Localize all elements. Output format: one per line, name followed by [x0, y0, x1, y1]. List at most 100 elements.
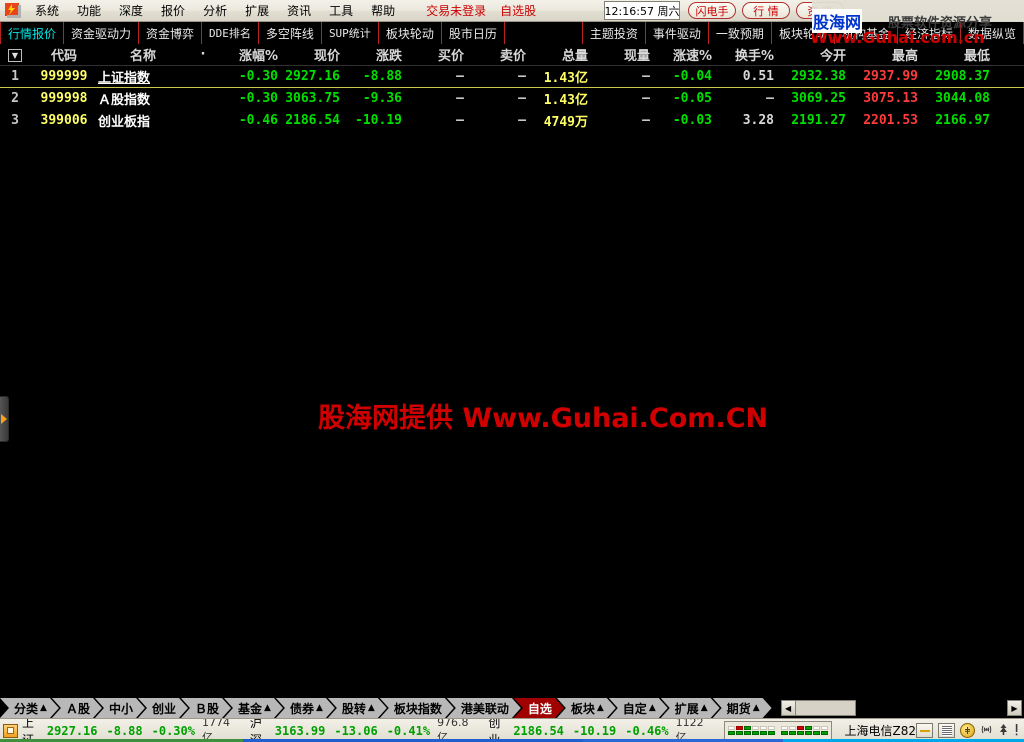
led-cell [736, 731, 744, 735]
list-view-icon[interactable] [938, 723, 955, 738]
bottom-tab-b-shares[interactable]: Ｂ股 [181, 698, 231, 718]
table-row[interactable]: 2 999998 Ａ股指数 -0.30 3063.75 -9.36 – – 1.… [0, 87, 1024, 109]
scroll-right-arrow-icon[interactable]: ▶ [1007, 700, 1022, 716]
row-code[interactable]: 399006 [36, 109, 98, 131]
col-header-bid[interactable]: 买价 [408, 44, 470, 66]
tab-theme-investment[interactable]: 主题投资 [583, 22, 646, 44]
menu-depth[interactable]: 深度 [110, 0, 152, 21]
col-header-name[interactable]: 名称 [98, 44, 194, 66]
table-row[interactable]: 3 399006 创业板指 -0.46 2186.54 -10.19 – – 4… [0, 109, 1024, 131]
menu-quote[interactable]: 报价 [152, 0, 194, 21]
bottom-tab-a-shares[interactable]: Ａ股 [52, 698, 102, 718]
menu-help[interactable]: 帮助 [362, 0, 404, 21]
bottom-tab-label: 自定 [622, 701, 647, 716]
market-breadth-indicator[interactable] [724, 720, 833, 741]
col-header-change-pct[interactable]: 涨幅% [218, 44, 284, 66]
menu-system[interactable]: 系统 [26, 0, 68, 21]
quotes-button[interactable]: 行 情 [742, 2, 790, 19]
row-price: 2927.16 [284, 65, 346, 88]
row-name[interactable]: 创业板指 [98, 109, 194, 131]
table-row[interactable]: 1 999999 上证指数 -0.30 2927.16 -8.88 – – 1.… [0, 65, 1024, 88]
row-code[interactable]: 999998 [36, 87, 98, 109]
watchlist-link[interactable]: 自选股 [500, 2, 536, 19]
tab-capital-drive[interactable]: 资金驱动力 [64, 22, 140, 44]
tab-sup-stats[interactable]: SUP统计 [322, 22, 379, 44]
row-name[interactable]: Ａ股指数 [98, 87, 194, 109]
col-header-cur-volume[interactable]: 现量 [594, 44, 656, 66]
tab-consensus-forecast[interactable]: 一致预期 [709, 22, 772, 44]
bottom-tab-funds[interactable]: 基金 ▲ [224, 698, 283, 718]
trade-login-status[interactable]: 交易未登录 [426, 2, 486, 19]
menu-extend-label: 扩展 [245, 4, 270, 18]
row-name[interactable]: 上证指数 [98, 65, 194, 88]
chevron-up-icon: ▲ [40, 703, 47, 713]
menu-tools[interactable]: 工具 [320, 0, 362, 21]
row-dot [194, 87, 218, 109]
toolbar-toggle-icon[interactable] [916, 723, 933, 738]
bottom-tab-watchlist[interactable]: 自选 [514, 698, 564, 718]
tab-sector-rotation[interactable]: 板块轮动 [379, 22, 442, 44]
alert-icon[interactable] [1014, 723, 1019, 738]
menu-function[interactable]: 功能 [68, 0, 110, 21]
col-header-volume[interactable]: 总量 [532, 44, 594, 66]
status-index-pct: -0.30% [151, 723, 195, 738]
col-header-turnover-pct[interactable]: 换手% [718, 44, 780, 66]
bottom-tab-chinext[interactable]: 创业 [138, 698, 188, 718]
bottom-tab-neeq[interactable]: 股转 ▲ [328, 698, 387, 718]
corner-watermark-overlay: Www.Guhai.com.cn 股票软件资源分享 股海网 [812, 0, 1024, 45]
app-tray-icon[interactable] [3, 723, 18, 738]
col-header-price[interactable]: 现价 [284, 44, 346, 66]
tab-market-calendar[interactable]: 股市日历 [442, 22, 505, 44]
bottom-tab-sector[interactable]: 板块 ▲ [557, 698, 616, 718]
tab-capital-game[interactable]: 资金博弈 [139, 22, 203, 44]
col-header-change[interactable]: 涨跌 [346, 44, 408, 66]
signal-icon[interactable] [980, 723, 993, 738]
tab-dde-rank[interactable]: DDE排名 [202, 22, 259, 44]
bottom-tab-bonds[interactable]: 债券 ▲ [276, 698, 335, 718]
col-header-dot[interactable]: · [194, 44, 218, 66]
col-header-open[interactable]: 今开 [780, 44, 852, 66]
bottom-tab-extend[interactable]: 扩展 ▲ [661, 698, 720, 718]
status-server-name[interactable]: 上海电信Z82 [844, 722, 916, 739]
col-header-code[interactable]: 代码 [36, 44, 98, 66]
tabbar-scroll-track[interactable] [795, 700, 856, 716]
col-header-ask[interactable]: 卖价 [470, 44, 532, 66]
bottom-tab-sector-index[interactable]: 板块指数 [380, 698, 454, 718]
chevron-up-icon: ▲ [264, 703, 271, 713]
chevron-up-icon: ▲ [752, 703, 760, 713]
tab-quote-board[interactable]: 行情报价 [0, 22, 65, 44]
quote-table-body: 1 999999 上证指数 -0.30 2927.16 -8.88 – – 1.… [0, 65, 1024, 131]
bottom-tab-futures[interactable]: 期货 ▲ [713, 698, 772, 718]
tree-icon[interactable] [998, 723, 1009, 738]
menu-system-label: 系统 [35, 4, 60, 18]
led-cell [813, 731, 821, 735]
bottom-tab-label: Ａ股 [65, 701, 90, 716]
sort-descending-icon[interactable]: ▼ [0, 44, 36, 66]
coin-icon[interactable] [960, 723, 975, 738]
left-panel-expand-handle[interactable] [0, 396, 9, 442]
col-header-speed-pct[interactable]: 涨速% [656, 44, 718, 66]
menu-analysis[interactable]: 分析 [194, 0, 236, 21]
menu-extend[interactable]: 扩展 [236, 0, 278, 21]
col-header-high[interactable]: 最高 [852, 44, 924, 66]
row-open: 2191.27 [791, 112, 846, 128]
app-logo-button[interactable] [0, 1, 26, 21]
row-code[interactable]: 999999 [36, 65, 98, 88]
tab-event-driven[interactable]: 事件驱动 [646, 22, 709, 44]
tabbar-scroll-controls[interactable]: ◀ [780, 698, 856, 718]
app-root: 系统 功能 深度 报价 分析 扩展 资讯 工具 帮助 交易未登录 自选股 12:… [0, 0, 1024, 742]
menu-news[interactable]: 资讯 [278, 0, 320, 21]
lightning-hand-button[interactable]: 闪电手 [688, 2, 736, 19]
led-cell [805, 726, 813, 730]
col-header-prev-close[interactable]: 昨收 [996, 44, 1024, 66]
bottom-tab-sme[interactable]: 中小 [95, 698, 145, 718]
bottom-tab-custom[interactable]: 自定 ▲ [609, 698, 668, 718]
bottom-tab-hk-us-link[interactable]: 港美联动 [447, 698, 521, 718]
row-low: 3044.08 [935, 90, 990, 106]
row-high: 2937.99 [852, 65, 924, 88]
chevron-up-icon: ▲ [648, 703, 656, 713]
bottom-tab-classify[interactable]: 分类 ▲ [0, 698, 59, 718]
tab-long-short-front[interactable]: 多空阵线 [259, 22, 322, 44]
col-header-low[interactable]: 最低 [924, 44, 996, 66]
scroll-left-arrow-icon[interactable]: ◀ [780, 700, 796, 716]
